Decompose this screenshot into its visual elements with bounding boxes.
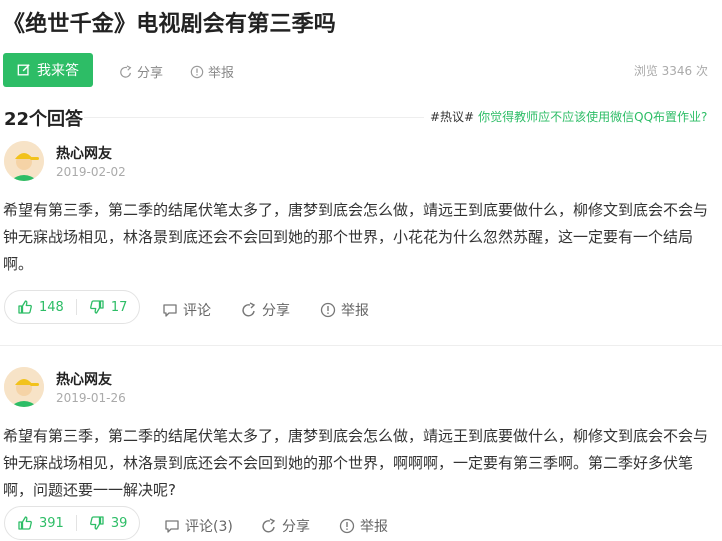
- answer-date: 2019-02-02: [56, 165, 126, 179]
- dislike-count: 17: [110, 299, 128, 315]
- hot-topic-link[interactable]: #热议# 你觉得教师应不应该使用微信QQ布置作业?: [430, 108, 707, 125]
- answers-count: 22个回答: [4, 109, 84, 130]
- avatar[interactable]: [4, 367, 44, 407]
- view-count: 浏览 3346 次: [633, 64, 708, 78]
- like-count: 148: [39, 299, 64, 315]
- comment-button[interactable]: 评论(3): [164, 516, 233, 536]
- dislike-button[interactable]: 39: [77, 507, 140, 539]
- answer-button-label: 我来答: [37, 63, 79, 79]
- share-icon: [242, 302, 256, 317]
- page-title: 《绝世千金》电视剧会有第三季吗: [3, 12, 337, 37]
- question-report-button[interactable]: 举报: [190, 62, 234, 81]
- answer-content: 希望有第三季，第二季的结尾伏笔太多了，唐梦到底会怎么做，靖远王到底要做什么，柳修…: [3, 201, 709, 273]
- edit-icon: [17, 64, 30, 76]
- like-button[interactable]: 391: [5, 507, 76, 539]
- thumbs-down-icon: [89, 300, 104, 314]
- thumbs-down-icon: [89, 516, 104, 530]
- report-icon: [339, 518, 355, 534]
- thumbs-up-icon: [18, 516, 32, 530]
- question-share-label: 分享: [137, 66, 164, 81]
- comment-label: 评论(3): [185, 519, 233, 535]
- report-icon: [320, 302, 336, 318]
- share-icon: [262, 518, 276, 533]
- share-button[interactable]: 分享: [261, 516, 310, 536]
- avatar-icon: [4, 367, 44, 407]
- like-count: 391: [39, 515, 64, 531]
- comment-button[interactable]: 评论: [162, 300, 211, 320]
- report-button[interactable]: 举报: [320, 300, 369, 320]
- thumbs-up-icon: [18, 300, 32, 314]
- author-name[interactable]: 热心网友: [56, 369, 112, 389]
- comment-icon: [165, 520, 179, 533]
- vote-group: 391 39: [4, 506, 141, 540]
- dislike-count: 39: [110, 515, 128, 531]
- report-button[interactable]: 举报: [339, 516, 388, 536]
- hot-topic-question: 你觉得教师应不应该使用微信QQ布置作业?: [478, 110, 708, 124]
- report-label: 举报: [360, 519, 388, 535]
- question-share-button[interactable]: 分享: [119, 62, 163, 81]
- avatar-icon: [4, 141, 44, 181]
- question-report-label: 举报: [208, 66, 235, 81]
- answer-button[interactable]: 我来答: [3, 53, 93, 87]
- author-name[interactable]: 热心网友: [56, 143, 112, 163]
- vote-group: 148 17: [4, 290, 141, 324]
- answer-date: 2019-01-26: [56, 391, 126, 405]
- comment-icon: [163, 304, 177, 317]
- share-icon: [120, 64, 132, 78]
- share-label: 分享: [262, 303, 290, 319]
- share-label: 分享: [282, 519, 310, 535]
- hot-topic-tag: #热议#: [430, 110, 475, 124]
- like-button[interactable]: 148: [5, 291, 76, 323]
- avatar[interactable]: [4, 141, 44, 181]
- report-label: 举报: [341, 303, 369, 319]
- share-button[interactable]: 分享: [241, 300, 290, 320]
- comment-label: 评论: [183, 303, 211, 319]
- answer-divider: [0, 345, 722, 346]
- dislike-button[interactable]: 17: [77, 291, 140, 323]
- answer-content: 希望有第三季，第二季的结尾伏笔太多了，唐梦到底会怎么做，靖远王到底要做什么，柳修…: [3, 427, 709, 499]
- header-divider: [84, 117, 424, 118]
- report-icon: [190, 65, 204, 78]
